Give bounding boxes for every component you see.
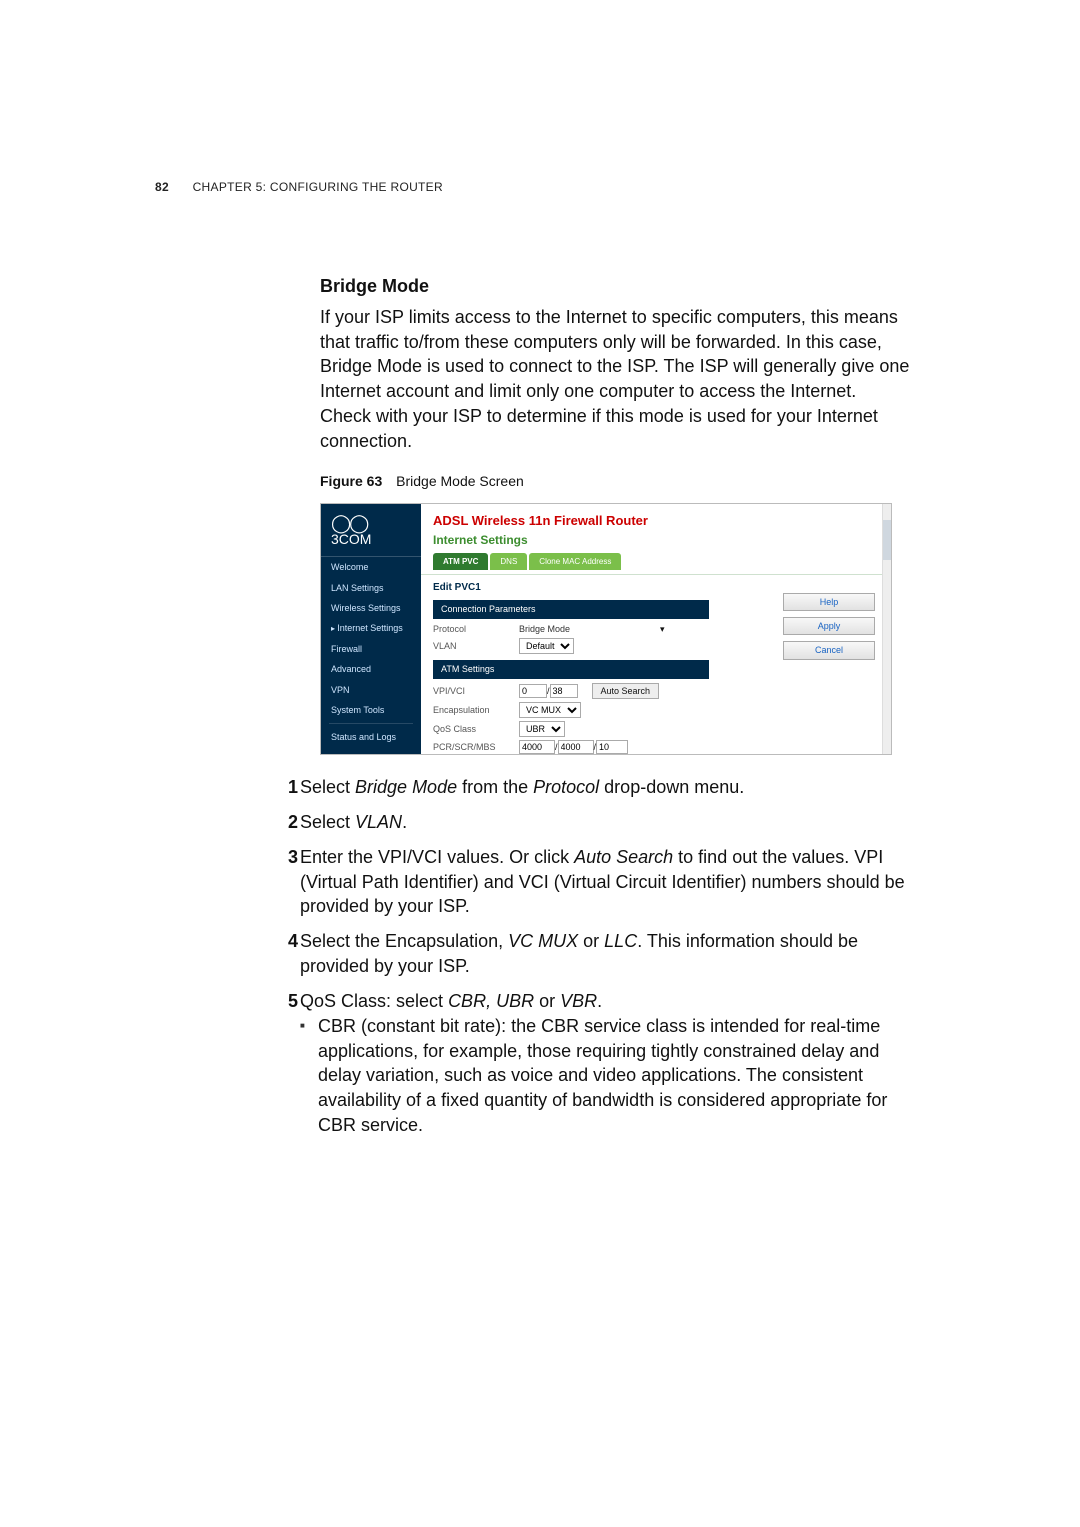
protocol-dropdown-icon[interactable]: ▾ [660,623,665,635]
figure-caption: Figure 63 Bridge Mode Screen [320,472,910,491]
step-4: Select the Encapsulation, VC MUX or LLC.… [300,929,910,979]
bridge-mode-screenshot: ◯◯ 3COM Welcome LAN Settings Wireless Se… [320,503,892,755]
atm-settings-header: ATM Settings [433,660,709,678]
apply-button[interactable]: Apply [783,617,875,635]
bullet-icon: ■ [300,1014,318,1138]
sidebar-item-internet[interactable]: Internet Settings [321,618,421,638]
vpivci-label: VPI/VCI [433,685,519,697]
vlan-label: VLAN [433,640,519,652]
page-number: 82 [155,180,169,194]
vpi-input[interactable] [519,684,547,698]
qos-select[interactable]: UBR [519,721,565,737]
cancel-button[interactable]: Cancel [783,641,875,659]
brand-text: 3COM [331,531,371,547]
scr-input[interactable] [558,740,594,754]
page-title: ADSL Wireless 11n Firewall Router [433,512,879,530]
protocol-label: Protocol [433,623,519,635]
encap-label: Encapsulation [433,704,519,716]
pcr-label: PCR/SCR/MBS [433,741,519,753]
connection-params-header: Connection Parameters [433,600,709,618]
brand-logo: ◯◯ 3COM [321,510,421,557]
section-intro: If your ISP limits access to the Interne… [320,305,910,454]
qos-label: QoS Class [433,723,519,735]
protocol-value[interactable]: Bridge Mode [519,623,570,635]
sidebar-item-lan[interactable]: LAN Settings [321,578,421,598]
cbr-text: CBR (constant bit rate): the CBR service… [318,1014,910,1138]
sidebar-item-advanced[interactable]: Advanced [321,659,421,679]
mbs-input[interactable] [596,740,628,754]
sidebar-item-firewall[interactable]: Firewall [321,639,421,659]
auto-search-button[interactable]: Auto Search [592,683,660,699]
help-button[interactable]: Help [783,593,875,611]
section-title: Bridge Mode [320,274,910,299]
page-header: 82 CHAPTER 5: CONFIGURING THE ROUTER [90,180,990,194]
tab-clone-mac[interactable]: Clone MAC Address [529,553,621,570]
pcr-input[interactable] [519,740,555,754]
tab-dns[interactable]: DNS [490,553,527,570]
logo-icon: ◯◯ [331,516,411,530]
sidebar-item-support[interactable]: Support/Feedback [321,748,421,755]
cbr-bullet: ■ CBR (constant bit rate): the CBR servi… [300,1014,910,1138]
vlan-select[interactable]: Default [519,638,574,654]
step-1: Select Bridge Mode from the Protocol dro… [300,775,910,800]
figure-text: Bridge Mode Screen [396,473,524,489]
step-3: Enter the VPI/VCI values. Or click Auto … [300,845,910,919]
sidebar-item-systemtools[interactable]: System Tools [321,700,421,720]
sidebar-item-welcome[interactable]: Welcome [321,557,421,577]
vci-input[interactable] [550,684,578,698]
tab-atm-pvc[interactable]: ATM PVC [433,553,488,570]
chapter-label: CHAPTER 5: CONFIGURING THE ROUTER [193,180,443,194]
sidebar-item-wireless[interactable]: Wireless Settings [321,598,421,618]
tab-bar: ATM PVC DNS Clone MAC Address [433,553,879,570]
encap-select[interactable]: VC MUX [519,702,581,718]
step-5: QoS Class: select CBR, UBR or VBR. ■ CBR… [300,989,910,1138]
sidebar-item-vpn[interactable]: VPN [321,680,421,700]
sidebar-item-status[interactable]: Status and Logs [321,727,421,747]
step-2: Select VLAN. [300,810,910,835]
figure-number: Figure 63 [320,473,382,489]
sidebar: ◯◯ 3COM Welcome LAN Settings Wireless Se… [321,504,421,754]
scrollbar[interactable] [882,504,891,754]
page-subtitle: Internet Settings [433,532,879,549]
